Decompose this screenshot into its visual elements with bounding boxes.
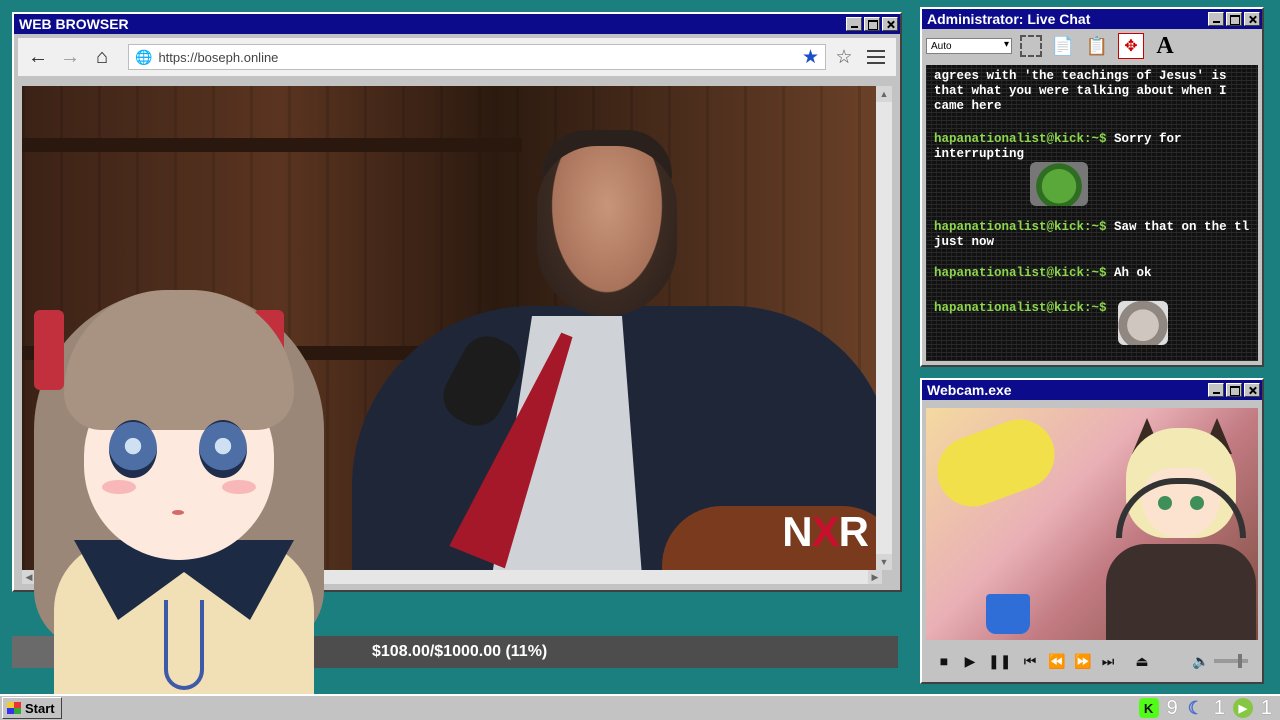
volume-control[interactable]: 🔈 (1192, 653, 1248, 670)
donation-goal-label: $108.00/$1000.00 (11%) (372, 643, 548, 660)
next-track-icon[interactable]: ⏭ (1100, 653, 1116, 670)
chat-message: hapanationalist@kick:~$ Ah ok (934, 266, 1250, 281)
catboy-avatar (1106, 418, 1256, 640)
chat-message: agrees with 'the teachings of Jesus' is … (934, 69, 1250, 114)
hair-ribbon (34, 310, 64, 390)
pepe-emote-icon (1030, 162, 1088, 206)
maximize-button[interactable] (1226, 383, 1242, 397)
copy-icon[interactable]: 📄 (1050, 33, 1076, 59)
vtuber-avatar (14, 270, 344, 720)
minimize-button[interactable] (846, 17, 862, 31)
close-button[interactable] (1244, 12, 1260, 26)
chat-message: hapanationalist@kick:~$ (934, 301, 1250, 345)
bookmark-star-filled-icon[interactable]: ★ (802, 46, 819, 69)
chat-message-text: Ah ok (1114, 266, 1152, 280)
chat-toolbar: Auto 📄 📋 ✥ A (922, 29, 1262, 63)
close-button[interactable] (882, 17, 898, 31)
avatar-sweater (1106, 544, 1256, 640)
maximize-button[interactable] (1226, 12, 1242, 26)
paste-icon[interactable]: 📋 (1084, 33, 1110, 59)
fast-forward-icon[interactable]: ⏩ (1074, 653, 1091, 670)
rumble-viewer-count: 1 (1260, 696, 1272, 719)
chat-username[interactable]: hapanationalist@kick:~$ (934, 266, 1107, 280)
blue-mug (986, 594, 1030, 634)
play-icon[interactable]: ▶ (962, 653, 978, 670)
address-bar[interactable]: 🌐 https://boseph.online ★ (128, 44, 826, 70)
eject-icon[interactable]: ⏏ (1134, 653, 1150, 670)
stop-icon[interactable]: ■ (936, 653, 952, 669)
uniform-bow (164, 600, 204, 690)
chat-titlebar[interactable]: Administrator: Live Chat (922, 9, 1262, 29)
windows-logo-icon (7, 702, 21, 714)
kick-icon[interactable]: K (1138, 698, 1159, 718)
pause-icon[interactable]: ❚❚ (988, 653, 1011, 670)
webcam-title: Webcam.exe (927, 382, 1012, 398)
chat-message: hapanationalist@kick:~$ Sorry for interr… (934, 132, 1250, 206)
avatar-blush (222, 480, 256, 494)
media-controls: ■ ▶ ❚❚ ⏮ ⏪ ⏩ ⏭ ⏏ 🔈 (926, 646, 1258, 676)
scroll-right-icon[interactable]: ▶ (868, 570, 882, 584)
favorites-star-icon[interactable]: ☆ (830, 43, 858, 71)
chat-message: hapanationalist@kick:~$ Saw that on the … (934, 220, 1250, 250)
taskbar: Start K 9 ☾ 1 ▶ 1 (0, 694, 1280, 720)
chat-log[interactable]: agrees with 'the teachings of Jesus' is … (926, 65, 1258, 361)
webcam-window[interactable]: Webcam.exe ■ ▶ ❚❚ ⏮ ⏪ ⏩ ⏭ ⏏ 🔈 (920, 378, 1264, 684)
browser-navbar: ← → ⌂ 🌐 https://boseph.online ★ ☆ (18, 38, 896, 76)
move-icon[interactable]: ✥ (1118, 33, 1144, 59)
channel-watermark: NRNXR (782, 508, 869, 555)
home-icon[interactable]: ⌂ (88, 43, 116, 71)
volume-slider[interactable] (1214, 654, 1248, 668)
vertical-scrollbar[interactable]: ▲ ▼ (876, 86, 892, 570)
scroll-down-icon[interactable]: ▼ (876, 554, 892, 570)
chat-username[interactable]: hapanationalist@kick:~$ (934, 220, 1107, 234)
avatar-blush (102, 480, 136, 494)
avatar-eye (199, 420, 247, 478)
browser-title: WEB BROWSER (19, 16, 129, 32)
man-head (537, 146, 677, 316)
menu-icon[interactable] (862, 43, 890, 71)
rewind-icon[interactable]: ⏪ (1048, 653, 1065, 670)
shelf (22, 138, 522, 152)
chat-message-text: agrees with 'the teachings of Jesus' is … (934, 69, 1227, 113)
select-region-icon[interactable] (1020, 35, 1042, 57)
forward-arrow-icon[interactable]: → (56, 43, 84, 71)
avatar-mouth (172, 510, 184, 515)
back-arrow-icon[interactable]: ← (24, 43, 52, 71)
browser-titlebar[interactable]: WEB BROWSER (14, 14, 900, 34)
minimize-button[interactable] (1208, 12, 1224, 26)
avatar-eye (109, 420, 157, 478)
volume-icon[interactable]: 🔈 (1192, 653, 1209, 670)
chat-username[interactable]: hapanationalist@kick:~$ (934, 301, 1107, 315)
kick-viewer-count: 9 (1166, 696, 1178, 719)
start-label: Start (25, 700, 55, 716)
url-text[interactable]: https://boseph.online (158, 50, 796, 65)
system-tray: K 9 ☾ 1 ▶ 1 (1138, 696, 1278, 720)
minimize-button[interactable] (1208, 383, 1224, 397)
chat-title: Administrator: Live Chat (927, 11, 1091, 27)
rumble-icon[interactable]: ▶ (1232, 698, 1253, 718)
globe-icon: 🌐 (135, 48, 153, 65)
start-button[interactable]: Start (2, 697, 62, 719)
scroll-up-icon[interactable]: ▲ (876, 86, 892, 102)
font-size-select[interactable]: Auto (926, 38, 1012, 54)
chat-username[interactable]: hapanationalist@kick:~$ (934, 132, 1107, 146)
webcam-feed (926, 408, 1258, 640)
webcam-titlebar[interactable]: Webcam.exe (922, 380, 1262, 400)
close-button[interactable] (1244, 383, 1260, 397)
moon-icon[interactable]: ☾ (1186, 698, 1206, 718)
yellow-pillow (927, 409, 1065, 517)
live-chat-window[interactable]: Administrator: Live Chat Auto 📄 📋 ✥ A ag… (920, 7, 1264, 367)
font-icon[interactable]: A (1152, 33, 1178, 59)
previous-track-icon[interactable]: ⏮ (1022, 653, 1038, 670)
cat-emote-icon (1118, 301, 1169, 345)
moon-viewer-count: 1 (1213, 696, 1225, 719)
maximize-button[interactable] (864, 17, 880, 31)
